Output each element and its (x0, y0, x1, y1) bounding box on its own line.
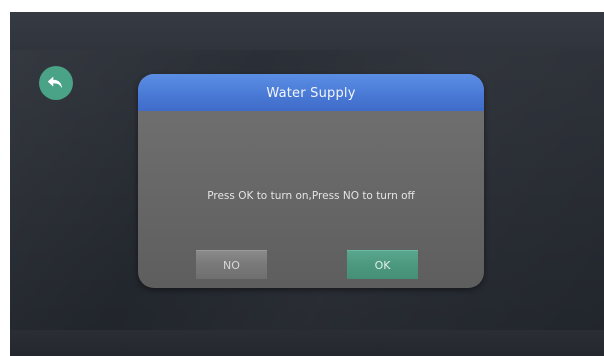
back-button[interactable] (39, 66, 73, 100)
top-status-band (10, 12, 604, 50)
water-supply-dialog: Water Supply Press OK to turn on,Press N… (138, 74, 484, 288)
undo-arrow-icon (47, 76, 62, 89)
bottom-band (10, 330, 604, 356)
dialog-title: Water Supply (266, 86, 356, 101)
device-screen: Water Supply Press OK to turn on,Press N… (10, 12, 604, 356)
no-button[interactable]: NO (196, 250, 267, 279)
no-button-label: NO (223, 258, 240, 272)
ok-button-label: OK (374, 258, 391, 272)
dialog-message: Press OK to turn on,Press NO to turn off (207, 190, 415, 202)
dialog-header: Water Supply (138, 74, 484, 111)
ok-button[interactable]: OK (347, 250, 418, 279)
